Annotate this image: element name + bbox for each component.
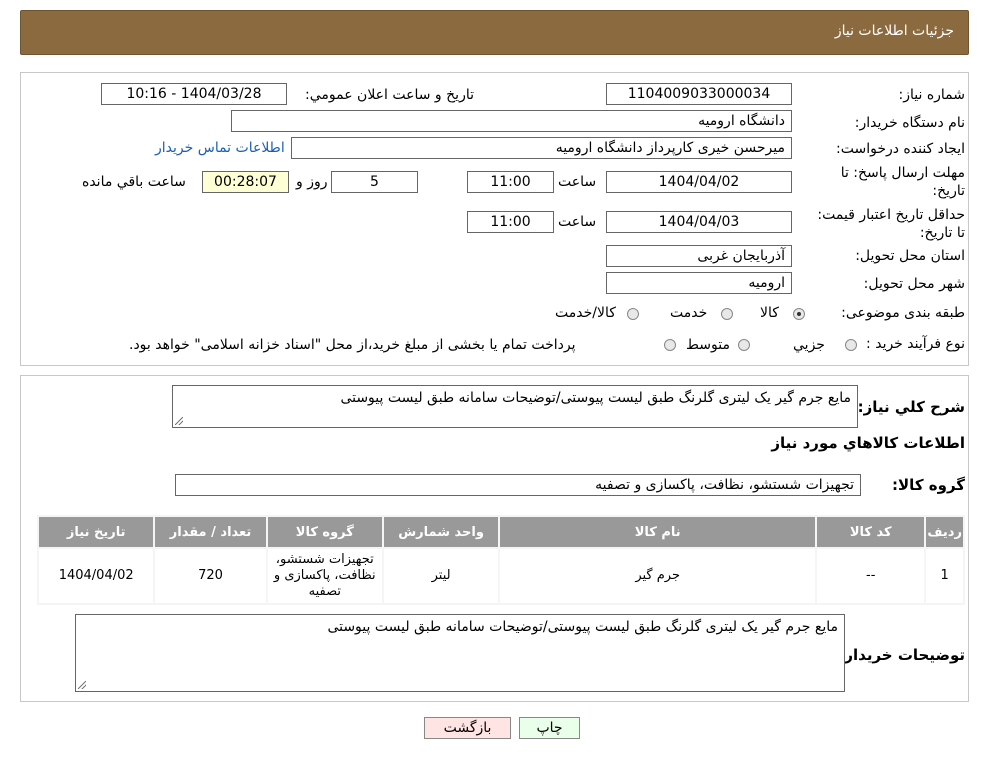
category-option-service: خدمت <box>670 305 708 321</box>
min-price-label: حداقل تاریخ اعتبار قیمت: تا تاریخ: <box>817 207 965 241</box>
category-label: طبقه بندی موضوعی: <box>841 305 965 321</box>
process-option-minor: جزيي <box>793 337 825 353</box>
days-label: روز و <box>296 174 328 190</box>
category-option-goods-service: کالا/خدمت <box>555 305 616 321</box>
creator-field: ميرحسن خيری کارپرداز دانشگاه اروميه <box>291 137 792 159</box>
desc-text: مایع جرم گیر یک لیتری گلرنگ طبق لیست پیو… <box>340 390 851 406</box>
cell-name: جرم گیر <box>500 549 816 603</box>
table-row: 1 -- جرم گیر لیتر تجهیزات شستشو، نظافت، … <box>39 549 963 603</box>
announce-label: تاریخ و ساعت اعلان عمومي: <box>305 87 474 103</box>
remaining-label: ساعت باقي مانده <box>82 174 186 190</box>
items-table-wrap: رديف کد کالا نام کالا واحد شمارش گروه کا… <box>37 515 965 605</box>
deadline-label: مهلت ارسال پاسخ: تا تاریخ: <box>840 165 965 199</box>
contact-buyer-link[interactable]: اطلاعات تماس خريدار <box>155 140 285 156</box>
cell-date: 1404/04/02 <box>39 549 154 603</box>
items-table: رديف کد کالا نام کالا واحد شمارش گروه کا… <box>37 515 965 605</box>
min-price-time-field: 11:00 <box>467 211 554 233</box>
days-field: 5 <box>331 171 418 193</box>
need-number-label: شماره نیاز: <box>898 87 966 103</box>
buyer-org-field: دانشگاه اروميه <box>231 110 792 132</box>
goods-info-title: اطلاعات کالاهاي مورد نياز <box>771 434 965 452</box>
process-option-medium: متوسط <box>686 337 730 353</box>
buyer-notes-text: مایع جرم گیر یک لیتری گلرنگ طبق لیست پیو… <box>327 619 838 635</box>
col-row: رديف <box>926 517 963 547</box>
col-unit: واحد شمارش <box>383 517 499 547</box>
need-number-field: 1104009033000034 <box>606 83 792 105</box>
desc-field: مایع جرم گیر یک لیتری گلرنگ طبق لیست پیو… <box>172 385 858 428</box>
process-radio-treasury[interactable] <box>664 339 676 351</box>
col-code: کد کالا <box>817 517 925 547</box>
deadline-date-field: 1404/04/02 <box>606 171 792 193</box>
cell-row: 1 <box>926 549 963 603</box>
back-button[interactable]: بازگشت <box>424 717 511 739</box>
buyer-notes-field: مایع جرم گیر یک لیتری گلرنگ طبق لیست پیو… <box>75 614 845 692</box>
resize-grip-icon[interactable] <box>175 417 183 425</box>
deadline-time-field: 11:00 <box>467 171 554 193</box>
buyer-notes-label: توضيحات خريدار: <box>838 646 965 664</box>
cell-code: -- <box>817 549 925 603</box>
province-label: استان محل تحويل: <box>855 248 965 264</box>
cell-unit: لیتر <box>383 549 499 603</box>
page-title: جزئیات اطلاعات نیاز <box>834 23 954 39</box>
process-radio-minor[interactable] <box>845 339 857 351</box>
cell-qty: 720 <box>155 549 266 603</box>
city-field: اروميه <box>606 272 792 294</box>
category-radio-goods[interactable] <box>793 308 805 320</box>
page-header: جزئیات اطلاعات نیاز <box>20 10 969 55</box>
goods-group-field: تجهیزات شستشو، نظافت، پاکسازی و تصفیه <box>175 474 861 496</box>
buyer-org-label: نام دستگاه خريدار: <box>854 115 965 131</box>
col-qty: تعداد / مقدار <box>155 517 266 547</box>
min-price-date-field: 1404/04/03 <box>606 211 792 233</box>
city-label: شهر محل تحويل: <box>863 276 965 292</box>
resize-grip-icon[interactable] <box>78 681 86 689</box>
category-radio-service[interactable] <box>721 308 733 320</box>
col-name: نام کالا <box>500 517 816 547</box>
print-button[interactable]: چاپ <box>519 717 580 739</box>
remaining-field: 00:28:07 <box>202 171 289 193</box>
process-note: پرداخت تمام یا بخشی از مبلغ خرید،از محل … <box>129 337 576 353</box>
desc-label: شرح کلي نياز: <box>857 398 965 416</box>
process-label: نوع فرآيند خريد : <box>866 336 965 352</box>
table-header-row: رديف کد کالا نام کالا واحد شمارش گروه کا… <box>39 517 963 547</box>
process-radio-medium[interactable] <box>738 339 750 351</box>
announce-field: 1404/03/28 - 10:16 <box>101 83 287 105</box>
min-price-time-label: ساعت <box>558 214 597 230</box>
category-radio-goods-service[interactable] <box>627 308 639 320</box>
col-group: گروه کالا <box>267 517 382 547</box>
province-field: آذربايجان غربی <box>606 245 792 267</box>
category-option-goods: کالا <box>760 305 779 321</box>
goods-group-label: گروه کالا: <box>892 476 965 494</box>
creator-label: ايجاد کننده درخواست: <box>836 141 965 157</box>
cell-group: تجهیزات شستشو، نظافت، پاکسازی و تصفیه <box>267 549 382 603</box>
col-date: تاريخ نياز <box>39 517 154 547</box>
deadline-time-label: ساعت <box>558 174 597 190</box>
